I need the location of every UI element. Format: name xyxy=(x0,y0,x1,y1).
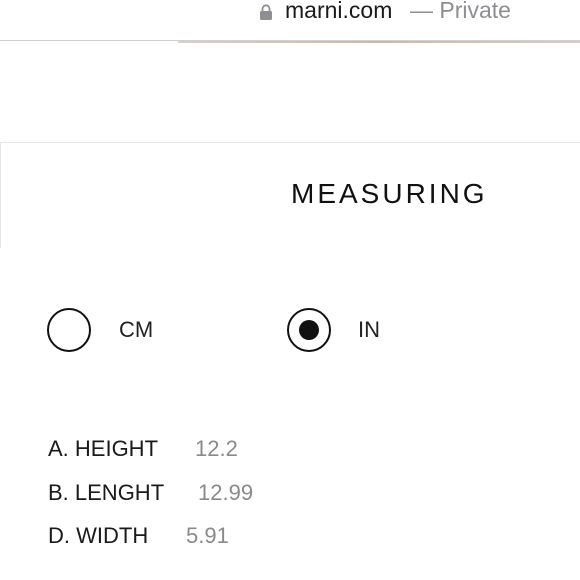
panel-top-border xyxy=(0,142,580,143)
private-mode-label: — Private xyxy=(410,0,511,23)
unit-option-cm[interactable]: CM xyxy=(47,308,167,356)
measuring-title: MEASURING xyxy=(291,178,488,209)
in-label: IN xyxy=(358,317,380,342)
measurement-label-length: B. LENGHT xyxy=(48,480,165,505)
measurement-label-height: A. HEIGHT xyxy=(48,436,159,461)
unit-option-in[interactable]: IN xyxy=(287,308,407,356)
page-content-edge xyxy=(178,41,580,43)
measurement-value-height: 12.2 xyxy=(195,436,238,461)
lock-icon xyxy=(259,4,273,20)
in-radio-button[interactable] xyxy=(287,308,331,352)
browser-url-bar[interactable]: marni.com — Private xyxy=(0,0,580,40)
panel-left-border xyxy=(0,142,1,248)
cm-radio-button[interactable] xyxy=(47,308,91,352)
measurement-value-width: 5.91 xyxy=(186,523,229,548)
url-domain: marni.com xyxy=(285,0,393,23)
selected-dot-icon xyxy=(299,320,319,340)
measurement-label-width: D. WIDTH xyxy=(48,523,149,548)
page: marni.com — Private MEASURING CM IN A. H… xyxy=(0,0,580,580)
measurement-value-length: 12.99 xyxy=(198,480,254,505)
cm-label: CM xyxy=(119,317,154,342)
